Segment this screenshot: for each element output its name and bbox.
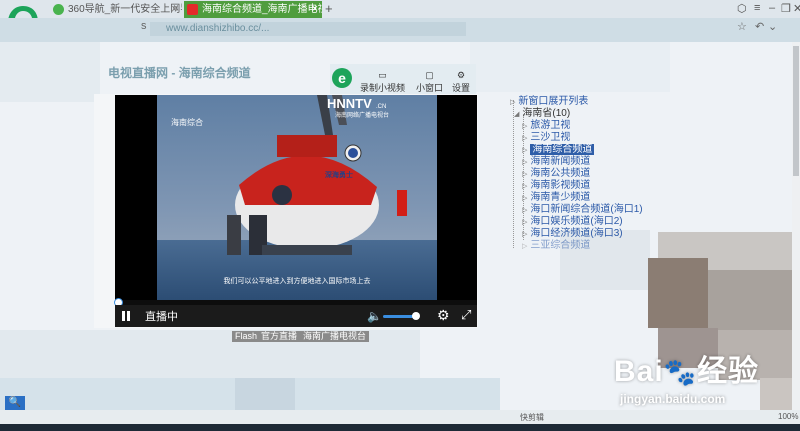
globe-icon xyxy=(53,4,64,15)
page-title: 电视直播网 - 海南综合频道 xyxy=(108,66,251,80)
pause-icon[interactable] xyxy=(122,311,125,321)
menu-icon[interactable]: ≡ xyxy=(754,2,760,14)
video-plugin-bar: e ▭ 录制小视频 ▢ 小窗口 ⚙ 设置 xyxy=(330,64,476,94)
video-letterbox-right xyxy=(437,95,477,300)
small-window-label: 小窗口 xyxy=(416,83,444,93)
more-icon[interactable]: ⌄ xyxy=(768,20,777,33)
quick-edit-button[interactable]: 快剪辑 xyxy=(520,412,544,423)
baidu-jingyan-watermark: Bai🐾经验 jingyan.baidu.com xyxy=(614,346,794,406)
tab-hainan-channel[interactable]: 海南综合频道_海南广播电视 × xyxy=(184,1,322,18)
settings-button[interactable]: ⚙ 设置 xyxy=(452,70,470,94)
close-window-button[interactable]: ✕ xyxy=(793,2,800,15)
fullscreen-icon[interactable]: ⤢ xyxy=(461,307,471,323)
video-frame-image: 深海勇士 海南综合 HNNTV .CN 海南网络广播电视台 我们可以公平地进入到… xyxy=(157,95,437,300)
plugin-logo-icon: e xyxy=(332,68,352,88)
address-field[interactable]: www.dianshizhibo.cc/... xyxy=(150,22,466,36)
tree-item-label: 三亚综合频道 xyxy=(530,240,591,251)
search-icon[interactable]: 🔍 xyxy=(5,396,25,410)
camera-icon: ▭ xyxy=(378,70,387,80)
watermark-url: jingyan.baidu.com xyxy=(620,392,726,406)
close-tab-icon[interactable]: × xyxy=(172,1,178,18)
os-taskbar xyxy=(0,424,800,431)
favorite-icon[interactable]: ☆ xyxy=(737,20,747,33)
station-logo-suffix: .CN xyxy=(376,104,386,110)
minimize-button[interactable]: – xyxy=(769,2,775,14)
new-tab-button[interactable]: + xyxy=(325,1,333,16)
volume-slider[interactable] xyxy=(383,312,420,320)
blur-block xyxy=(708,270,792,330)
close-tab-icon[interactable]: × xyxy=(312,1,318,18)
scrollbar-thumb[interactable] xyxy=(793,46,799,176)
address-prefix: s xyxy=(141,20,147,32)
tab-label: 海南综合频道_海南广播电视 xyxy=(202,4,322,15)
undo-icon[interactable]: ↶ xyxy=(755,20,764,33)
volume-handle[interactable] xyxy=(412,312,420,320)
tag-flash[interactable]: Flash xyxy=(232,331,261,342)
live-label: 直播中 xyxy=(145,311,178,323)
watermark-brand: Bai🐾经验 xyxy=(614,355,760,388)
status-bar xyxy=(0,410,800,424)
volume-icon[interactable]: 🔈 xyxy=(367,309,382,323)
restore-button[interactable]: ❐ xyxy=(781,2,791,15)
vessel-name: 深海勇士 xyxy=(325,170,353,179)
video-subtitle: 我们可以公平地进入到方便地进入国际市场上去 xyxy=(224,276,371,285)
youtube-play-icon xyxy=(187,4,198,15)
settings-label: 设置 xyxy=(452,83,471,93)
page-scrollbar[interactable] xyxy=(792,42,800,410)
player-settings-icon[interactable]: ⚙ xyxy=(437,307,450,324)
blur-block xyxy=(648,258,708,328)
record-video-button[interactable]: ▭ 录制小视频 xyxy=(360,70,405,94)
record-video-label: 录制小视频 xyxy=(360,83,406,93)
tab-360-navigation[interactable]: 360导航_新一代安全上网导航 × xyxy=(50,1,182,18)
tab-label: 360导航_新一代安全上网导航 xyxy=(68,4,182,15)
tree-item[interactable]: ▷ 三亚综合频道 xyxy=(522,236,590,251)
station-logo: HNNTV xyxy=(327,96,372,111)
channel-logo: 海南综合 xyxy=(171,117,203,127)
player-controls: 直播中 🔈 ⚙ ⤢ xyxy=(115,305,477,327)
skin-icon[interactable]: ⬡ xyxy=(737,2,747,15)
video-screen[interactable]: 深海勇士 海南综合 HNNTV .CN 海南网络广播电视台 我们可以公平地进入到… xyxy=(157,95,437,300)
address-text: www.dianshizhibo.cc/... xyxy=(166,23,270,34)
station-name: 海南网络广播电视台 xyxy=(335,111,389,119)
tree-guide-line xyxy=(513,100,514,248)
gear-icon: ⚙ xyxy=(456,70,466,80)
tag-hainan-tv[interactable]: 海南广播电视台 xyxy=(300,331,370,342)
zoom-level[interactable]: 100% xyxy=(778,412,798,421)
video-letterbox-left xyxy=(115,95,157,300)
small-window-button[interactable]: ▢ 小窗口 xyxy=(416,70,443,94)
blur-block xyxy=(0,42,100,102)
blur-block xyxy=(470,42,670,92)
window-icon: ▢ xyxy=(425,70,434,80)
tag-official-live[interactable]: 官方直播 xyxy=(258,331,301,342)
paw-icon: 🐾 xyxy=(663,357,698,387)
